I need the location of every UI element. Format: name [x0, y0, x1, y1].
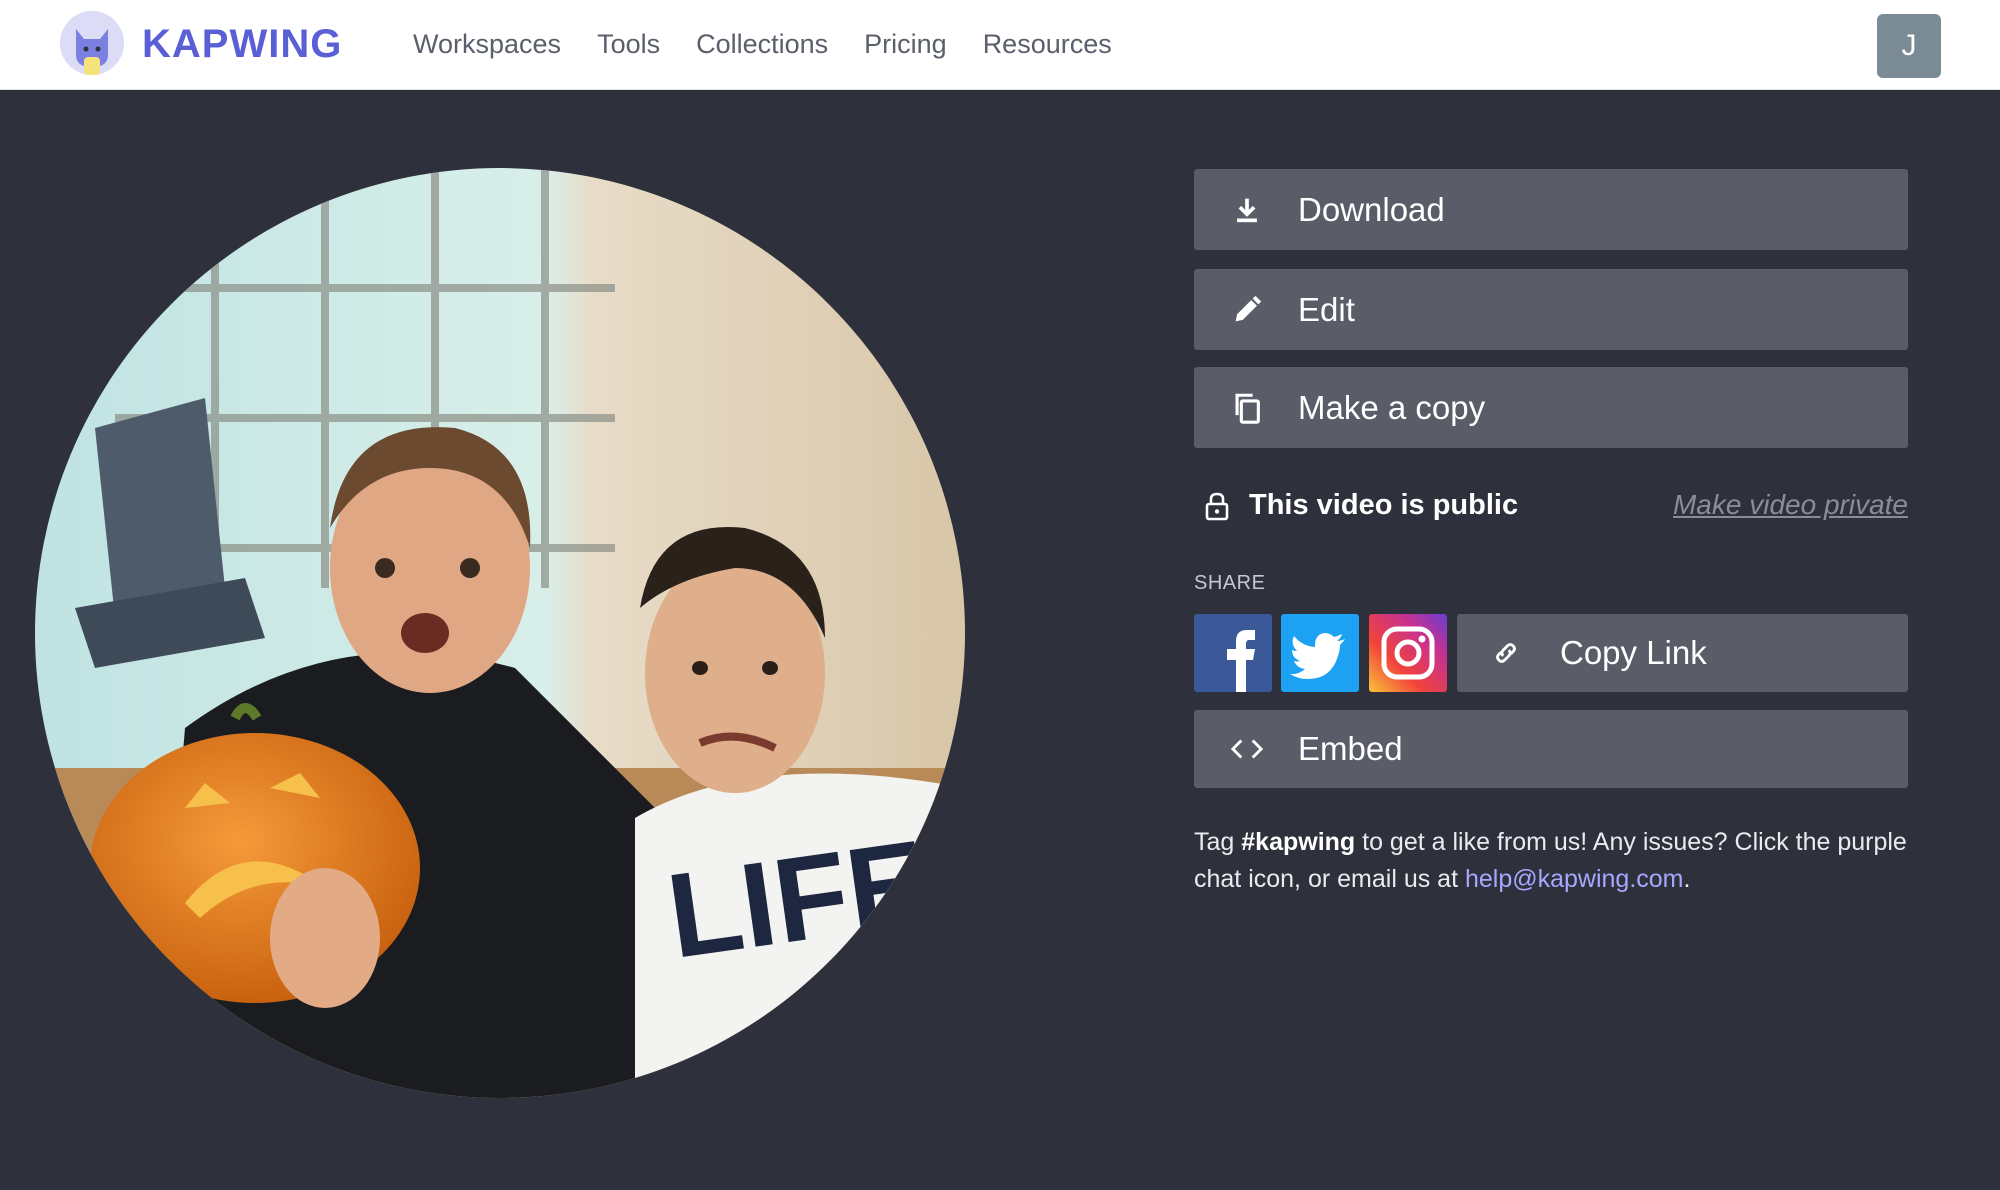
pencil-icon [1235, 295, 1262, 322]
video-preview-image: LIFE [35, 168, 965, 1098]
top-navigation-bar: KAPWING Workspaces Tools Collections Pri… [0, 0, 2000, 90]
note-suffix: . [1683, 865, 1691, 893]
download-icon [1237, 198, 1257, 223]
nav-collections[interactable]: Collections [696, 24, 828, 64]
note-hashtag: #kapwing [1241, 828, 1356, 856]
embed-label: Embed [1298, 730, 1403, 767]
nav-resources[interactable]: Resources [983, 24, 1112, 64]
edit-label: Edit [1298, 291, 1355, 328]
facebook-share-icon[interactable] [1194, 614, 1272, 692]
embed-button[interactable]: Embed [1194, 710, 1908, 788]
video-preview[interactable]: LIFE [35, 168, 965, 1098]
nav-workspaces[interactable]: Workspaces [413, 24, 561, 64]
brand-name[interactable]: KAPWING [142, 18, 342, 70]
nav-tools[interactable]: Tools [597, 24, 660, 64]
edit-button[interactable]: Edit [1194, 269, 1908, 350]
help-note: Tag #kapwing to get a like from us! Any … [1194, 824, 1908, 898]
instagram-share-icon[interactable] [1369, 614, 1447, 692]
make-a-copy-button[interactable]: Make a copy [1194, 367, 1908, 448]
help-email-link[interactable]: help@kapwing.com [1465, 865, 1684, 893]
make-video-private-link[interactable]: Make video private [1673, 483, 1908, 527]
visibility-row: This video is public Make video private [1194, 483, 1908, 527]
code-brackets-icon [1230, 739, 1264, 759]
kapwing-cat-logo-icon[interactable] [60, 11, 124, 75]
copy-icon [1235, 393, 1260, 424]
visibility-status: This video is public [1249, 489, 1519, 521]
download-button[interactable]: Download [1194, 169, 1908, 250]
user-avatar[interactable]: J [1877, 14, 1941, 78]
lock-icon [1205, 492, 1229, 521]
main-nav: Workspaces Tools Collections Pricing Res… [413, 24, 1112, 64]
copy-link-label: Copy Link [1560, 634, 1707, 671]
copy-link-button[interactable]: Copy Link [1457, 614, 1908, 692]
make-a-copy-label: Make a copy [1298, 389, 1486, 426]
download-label: Download [1298, 191, 1445, 228]
share-heading: SHARE [1194, 572, 1266, 594]
nav-pricing[interactable]: Pricing [864, 24, 947, 64]
twitter-share-icon[interactable] [1281, 614, 1359, 692]
note-prefix: Tag [1194, 828, 1242, 856]
link-icon [1496, 643, 1516, 663]
